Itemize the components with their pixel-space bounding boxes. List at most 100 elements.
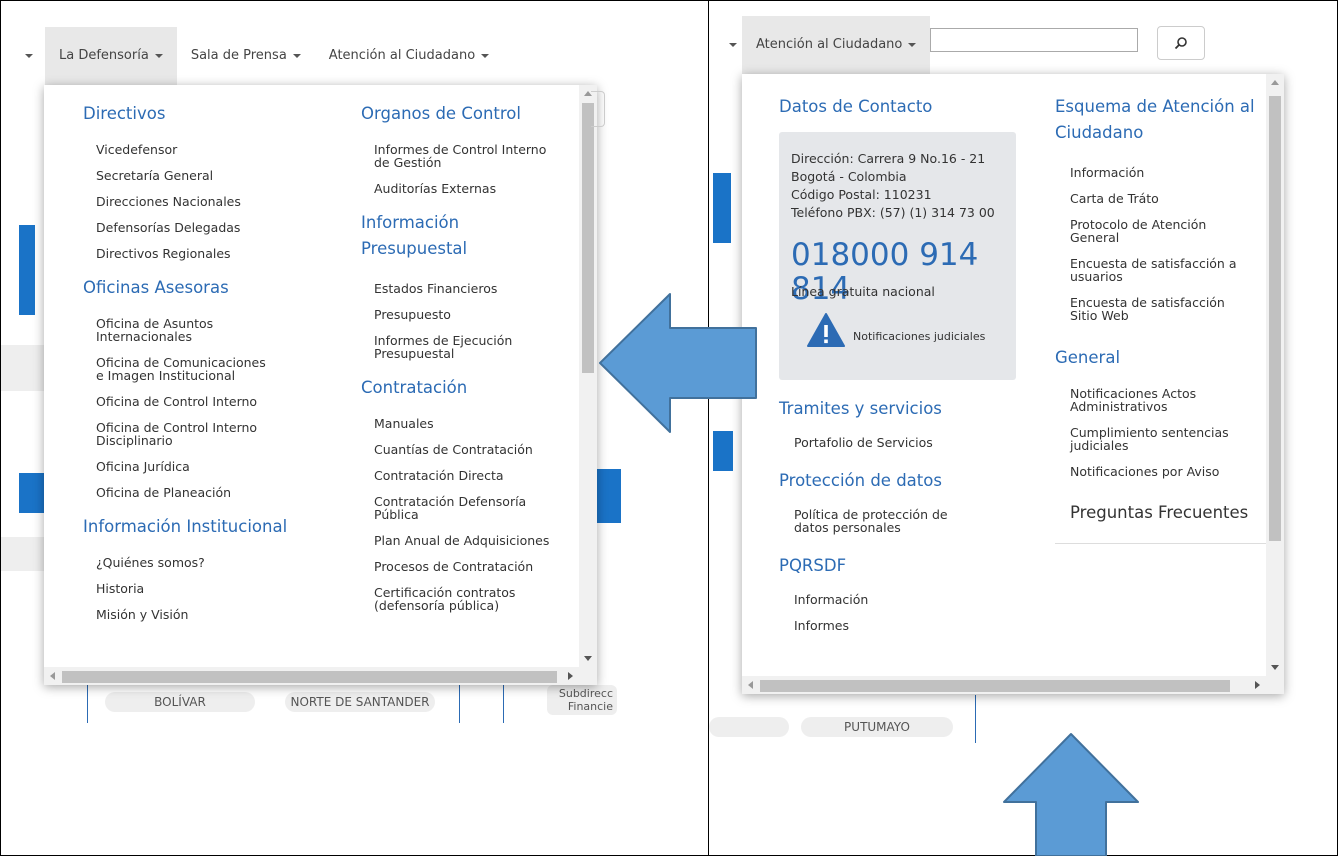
nav-atencion-al-ciudadano[interactable]: Atención al Ciudadano xyxy=(742,16,931,74)
section-heading-tramites-y-servicios[interactable]: Tramites y servicios xyxy=(779,396,942,422)
menu-link-historia[interactable]: Historia xyxy=(96,582,144,595)
section-heading-organos-de-control[interactable]: Organos de Control xyxy=(361,101,521,127)
menu-link-oficina-de-comunicaciones-e-imagen-insti[interactable]: Oficina de Comunicaciones e Imagen Insti… xyxy=(96,356,266,382)
search-button[interactable] xyxy=(1157,26,1205,60)
section-heading-directivos[interactable]: Directivos xyxy=(83,101,165,127)
menu-link-oficina-de-control-interno-disciplinario[interactable]: Oficina de Control Interno Disciplinario xyxy=(96,421,257,447)
preguntas-frecuentes-link[interactable]: Preguntas Frecuentes xyxy=(1070,503,1248,522)
menu-link-mision-y-vision[interactable]: Misión y Visión xyxy=(96,608,188,621)
menu-link-cumplimiento-sentencias-judiciales[interactable]: Cumplimiento sentencias judiciales xyxy=(1070,426,1229,452)
menu-link-encuesta-de-satisfaccion-sitio-web[interactable]: Encuesta de satisfacción Sitio Web xyxy=(1070,296,1225,322)
scroll-right-icon[interactable] xyxy=(1255,681,1260,689)
section-heading-general[interactable]: General xyxy=(1055,345,1120,371)
scroll-thumb[interactable] xyxy=(1269,96,1281,541)
menu-link-protocolo-de-atencion-general[interactable]: Protocolo de Atención General xyxy=(1070,218,1206,244)
background-pill-bolivar: BOLÍVAR xyxy=(105,692,255,712)
warning-icon[interactable] xyxy=(807,312,845,352)
menu-link-estados-financieros[interactable]: Estados Financieros xyxy=(374,282,497,295)
nav-atencion-al-ciudadano[interactable]: Atención al Ciudadano xyxy=(315,27,503,85)
menu-link-politica-de-proteccion-de-datos-personal[interactable]: Política de protección de datos personal… xyxy=(794,508,948,534)
contact-city: Bogotá - Colombia xyxy=(791,169,907,184)
contact-address: Dirección: Carrera 9 No.16 - 21 xyxy=(791,151,986,166)
menu-link-informacion[interactable]: Información xyxy=(794,593,868,606)
section-heading-contratacion[interactable]: Contratación xyxy=(361,375,467,401)
right-screenshot-panel: PUTUMAYO Atención al Ciudadano Datos de … xyxy=(708,0,1338,856)
menu-link-oficina-juridica[interactable]: Oficina Jurídica xyxy=(96,460,190,473)
section-heading-pqrsdf[interactable]: PQRSDF xyxy=(779,553,846,579)
background-blue-block xyxy=(19,225,35,315)
menu-link-oficina-de-asuntos-internacionales[interactable]: Oficina de Asuntos Internacionales xyxy=(96,317,213,343)
horizontal-scrollbar[interactable] xyxy=(44,667,597,685)
section-heading-proteccion-de-datos[interactable]: Protección de datos xyxy=(779,468,942,494)
dropdown-column-1: Datos de Contacto xyxy=(779,94,1019,120)
up-arrow-icon xyxy=(1003,733,1139,856)
menu-link-plan-anual-de-adquisiciones[interactable]: Plan Anual de Adquisiciones xyxy=(374,534,549,547)
scroll-thumb[interactable] xyxy=(582,103,594,373)
menu-link-auditorias-externas[interactable]: Auditorías Externas xyxy=(374,182,496,195)
menu-link-manuales[interactable]: Manuales xyxy=(374,417,434,430)
menu-link-encuesta-de-satisfaccion-a-usuarios[interactable]: Encuesta de satisfacción a usuarios xyxy=(1070,257,1237,283)
menu-link-carta-de-trato[interactable]: Carta de Tráto xyxy=(1070,192,1159,205)
scroll-thumb[interactable] xyxy=(62,671,557,683)
section-heading-oficinas-asesoras[interactable]: Oficinas Asesoras xyxy=(83,275,229,301)
menu-link-procesos-de-contratacion[interactable]: Procesos de Contratación xyxy=(374,560,533,573)
menu-link-informes[interactable]: Informes xyxy=(794,619,849,632)
menu-link-informes-de-control-interno-de-gestion[interactable]: Informes de Control Interno de Gestión xyxy=(374,143,546,169)
horizontal-scrollbar[interactable] xyxy=(742,676,1284,694)
nav-sala-de-prensa[interactable]: Sala de Prensa xyxy=(177,27,315,85)
menu-link-presupuesto[interactable]: Presupuesto xyxy=(374,308,451,321)
menu-link-informes-de-ejecucion-presupuestal[interactable]: Informes de Ejecución Presupuestal xyxy=(374,334,512,360)
menu-link-secretaria-general[interactable]: Secretaría General xyxy=(96,169,213,182)
menu-link-contratacion-defensoria-publica[interactable]: Contratación Defensoría Pública xyxy=(374,495,526,521)
nav-label: Sala de Prensa xyxy=(190,48,287,63)
caret-icon xyxy=(481,53,490,58)
caret-icon xyxy=(25,54,33,58)
menu-link-contratacion-directa[interactable]: Contratación Directa xyxy=(374,469,504,482)
caret-icon xyxy=(292,53,301,58)
nav-label: Atención al Ciudadano xyxy=(756,37,903,52)
contact-heading: Datos de Contacto xyxy=(779,97,933,116)
menu-link-oficina-de-control-interno[interactable]: Oficina de Control Interno xyxy=(96,395,257,408)
vertical-scrollbar[interactable] xyxy=(1266,74,1284,676)
menu-link-direcciones-nacionales[interactable]: Direcciones Nacionales xyxy=(96,195,241,208)
background-fragment: Subdirecc Financie xyxy=(547,685,617,715)
menu-link-notificaciones-actos-administrativos[interactable]: Notificaciones Actos Administrativos xyxy=(1070,387,1196,413)
menu-link-directivos-regionales[interactable]: Directivos Regionales xyxy=(96,247,231,260)
toll-free-label: Línea gratuita nacional xyxy=(791,284,935,299)
notificaciones-judiciales-link[interactable]: Notificaciones judiciales xyxy=(853,330,985,343)
background-search-fragment xyxy=(591,91,605,127)
scroll-thumb[interactable] xyxy=(760,680,1230,692)
menu-link-certificacion-contratos-defensoria-publi[interactable]: Certificación contratos (defensoría públ… xyxy=(374,586,515,612)
menu-link-oficina-de-planeacion[interactable]: Oficina de Planeación xyxy=(96,486,231,499)
background-pill-putumayo: PUTUMAYO xyxy=(801,717,953,737)
background-pill-fragment xyxy=(709,717,789,737)
menu-link-vicedefensor[interactable]: Vicedefensor xyxy=(96,143,177,156)
la-defensoria-dropdown: Directivos Vicedefensor Secretaría General… xyxy=(44,85,597,685)
nav-la-defensoria[interactable]: La Defensoría xyxy=(45,27,177,85)
scroll-down-icon[interactable] xyxy=(1271,665,1279,670)
nav-label: La Defensoría xyxy=(59,48,149,63)
contact-box: Dirección: Carrera 9 No.16 - 21 Bogotá -… xyxy=(779,132,1016,380)
search-input[interactable] xyxy=(930,28,1138,52)
menu-link-notificaciones-por-aviso[interactable]: Notificaciones por Aviso xyxy=(1070,465,1219,478)
background-fragment xyxy=(1,537,45,571)
contact-details: Dirección: Carrera 9 No.16 - 21 Bogotá -… xyxy=(791,150,995,222)
background-blue-block xyxy=(713,431,733,471)
menu-link-portafolio-de-servicios[interactable]: Portafolio de Servicios xyxy=(794,436,933,449)
nav-label: Atención al Ciudadano xyxy=(328,48,476,63)
section-heading-esquema-de-atencion-al-ciudadano[interactable]: Esquema de Atención al Ciudadano xyxy=(1055,94,1255,146)
menu-link-cuantias-de-contratacion[interactable]: Cuantías de Contratación xyxy=(374,443,533,456)
menu-link-quienes-somos[interactable]: ¿Quiénes somos? xyxy=(96,556,205,569)
scroll-right-icon[interactable] xyxy=(568,672,573,680)
scroll-up-icon[interactable] xyxy=(1271,80,1279,85)
scroll-left-icon[interactable] xyxy=(50,672,55,680)
menu-link-informacion[interactable]: Información xyxy=(1070,166,1144,179)
section-heading-informacion-presupuestal[interactable]: Información Presupuestal xyxy=(361,210,467,262)
scroll-left-icon[interactable] xyxy=(748,681,753,689)
section-heading-informacion-institucional[interactable]: Información Institucional xyxy=(83,514,287,540)
menu-link-defensorias-delegadas[interactable]: Defensorías Delegadas xyxy=(96,221,240,234)
vertical-scrollbar[interactable] xyxy=(579,85,597,667)
scroll-down-icon[interactable] xyxy=(584,656,592,661)
caret-icon xyxy=(154,53,163,58)
contact-postal: Código Postal: 110231 xyxy=(791,187,932,202)
